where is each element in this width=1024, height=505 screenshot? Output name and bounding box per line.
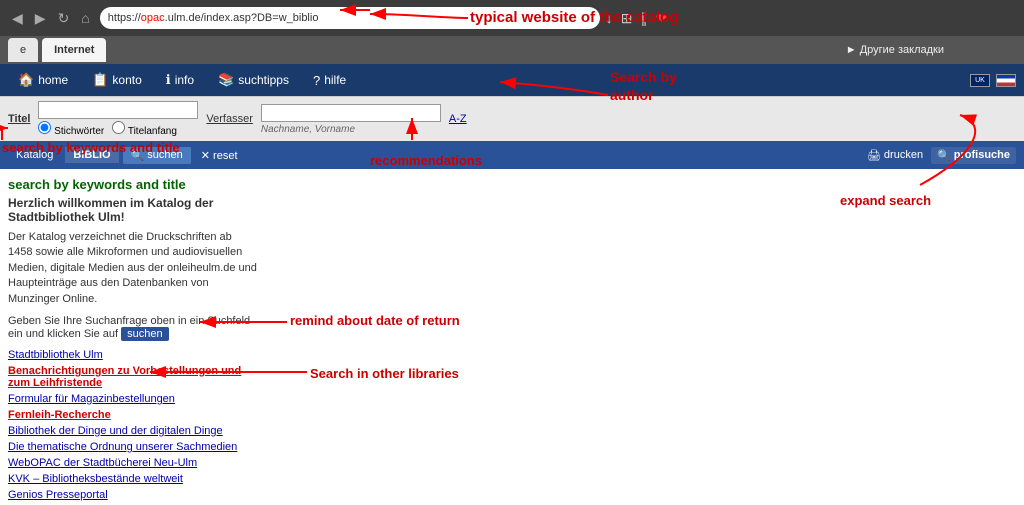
- search-button[interactable]: 🔍 suchen: [123, 147, 191, 164]
- radio-stichwort[interactable]: [38, 121, 51, 134]
- back-button[interactable]: ◀: [8, 8, 27, 29]
- drucken-button[interactable]: 🖨 drucken: [867, 147, 923, 164]
- link-kvk[interactable]: KVK – Bibliotheksbestände weltweit: [8, 473, 258, 485]
- catalog-toolbar: Katalog BIBLIO 🔍 suchen ✕ reset 🖨 drucke…: [0, 141, 1024, 169]
- welcome-text: Herzlich willkommen im Katalog der Stadt…: [8, 196, 258, 224]
- url-suffix: .ulm.de/index.asp?DB=w_biblio: [165, 12, 319, 24]
- home-button[interactable]: ⌂: [77, 8, 93, 28]
- home-icon: 🏠: [18, 72, 34, 88]
- instruction-text: Geben Sie Ihre Suchanfrage oben in ein S…: [8, 315, 258, 341]
- radio-titelanfang[interactable]: [112, 121, 125, 134]
- browser-chrome: ◀ ▶ ↻ ⌂ https://opac.ulm.de/index.asp?DB…: [0, 0, 1024, 36]
- link-magazin[interactable]: Formular für Magazinbestellungen: [8, 393, 258, 405]
- profisuche-button[interactable]: 🔍 profisuche: [931, 147, 1016, 164]
- toolbar-katalog[interactable]: Katalog: [8, 147, 61, 163]
- nav-suchtipps[interactable]: 📚 suchtipps: [208, 68, 299, 92]
- forward-button[interactable]: ▶: [31, 8, 50, 29]
- browser-right-icons: ↓ ⊞ ∥ ❤: [606, 10, 667, 27]
- refresh-button[interactable]: ↻: [54, 8, 74, 29]
- tab-internet[interactable]: Internet: [42, 38, 106, 62]
- browser-nav-buttons: ◀ ▶ ↻ ⌂: [8, 8, 94, 29]
- url-highlight: opac: [141, 12, 165, 24]
- nav-hilfe[interactable]: ? hilfe: [303, 69, 356, 92]
- radio-titelanfang-text: Titelanfang: [128, 126, 177, 137]
- nav-konto-label: konto: [112, 73, 141, 87]
- printer-icon: 🖨: [867, 149, 881, 162]
- tab-bar: e Internet ► Другие закладки: [0, 36, 1024, 64]
- toolbar-biblio[interactable]: BIBLIO: [65, 147, 118, 163]
- title-input-group: Stichwörter Titelanfang: [38, 101, 198, 137]
- toolbar-right: 🖨 drucken 🔍 profisuche: [867, 147, 1016, 164]
- nav-home-label: home: [38, 73, 68, 87]
- radio-titelanfang-label[interactable]: Titelanfang: [112, 121, 177, 137]
- flag-sr[interactable]: [996, 74, 1016, 87]
- main-center: [270, 177, 1016, 505]
- title-search-input[interactable]: [38, 101, 198, 119]
- section-heading: search by keywords and title: [8, 177, 258, 192]
- profisuche-icon: 🔍: [937, 149, 951, 162]
- download-icon: ↓: [606, 10, 613, 26]
- link-stadtbibliothek[interactable]: Stadtbibliothek Ulm: [8, 349, 258, 361]
- menu-icon: ⊞: [621, 10, 633, 27]
- az-link[interactable]: A-Z: [449, 113, 467, 125]
- suchen-badge: suchen: [121, 327, 168, 341]
- radio-stichwort-label[interactable]: Stichwörter: [38, 121, 104, 137]
- hilfe-icon: ?: [313, 73, 320, 88]
- bookmark-icon: ❤: [656, 10, 668, 27]
- catalog-page: 🏠 home 📋 konto ℹ info 📚 suchtipps ? hilf…: [0, 64, 1024, 505]
- nav-suchtipps-label: suchtipps: [238, 73, 289, 87]
- search-btn-label: suchen: [147, 149, 182, 161]
- link-genios[interactable]: Genios Presseportal: [8, 489, 258, 501]
- search-icon: 🔍: [131, 149, 145, 162]
- nav-konto[interactable]: 📋 konto: [82, 68, 152, 92]
- title-label[interactable]: Titel: [8, 113, 30, 125]
- nav-info-label: info: [175, 73, 194, 87]
- verfasser-placeholder: Nachname, Vorname: [261, 124, 441, 135]
- drucken-label: drucken: [884, 149, 923, 161]
- link-webopac[interactable]: WebOPAC der Stadtbücherei Neu-Ulm: [8, 457, 258, 469]
- radio-stichwort-text: Stichwörter: [54, 126, 104, 137]
- tab-e[interactable]: e: [8, 38, 38, 62]
- nav-info[interactable]: ℹ info: [156, 68, 204, 92]
- links-section: Stadtbibliothek Ulm Benachrichtigungen z…: [8, 349, 258, 505]
- link-benachrichtigungen[interactable]: Benachrichtigungen zu Vorbestellungen un…: [8, 365, 258, 389]
- konto-icon: 📋: [92, 72, 108, 88]
- reset-button[interactable]: ✕ reset: [195, 147, 244, 164]
- verfasser-input[interactable]: [261, 104, 441, 122]
- flag-uk[interactable]: UK: [970, 74, 990, 87]
- stats-icon: ∥: [641, 10, 648, 27]
- catalog-nav: 🏠 home 📋 konto ℹ info 📚 suchtipps ? hilf…: [0, 64, 1024, 96]
- profisuche-label: profisuche: [954, 149, 1010, 161]
- url-prefix: https://: [108, 12, 141, 24]
- radio-group: Stichwörter Titelanfang: [38, 121, 198, 137]
- tab-more-label: ► Другие закладки: [846, 44, 944, 56]
- suchtipps-icon: 📚: [218, 72, 234, 88]
- main-left: search by keywords and title Herzlich wi…: [8, 177, 258, 505]
- link-bibliothek-dinge[interactable]: Bibliothek der Dinge und der digitalen D…: [8, 425, 258, 437]
- description-text: Der Katalog verzeichnet die Druckschrift…: [8, 230, 258, 307]
- info-icon: ℹ: [166, 72, 171, 88]
- nav-hilfe-label: hilfe: [324, 73, 346, 87]
- address-bar[interactable]: https://opac.ulm.de/index.asp?DB=w_bibli…: [100, 7, 600, 29]
- link-thematische[interactable]: Die thematische Ordnung unserer Sachmedi…: [8, 441, 258, 453]
- catalog-main: search by keywords and title Herzlich wi…: [0, 169, 1024, 505]
- link-fernleih[interactable]: Fernleih-Recherche: [8, 409, 258, 421]
- verfasser-label[interactable]: Verfasser: [206, 113, 252, 125]
- nav-home[interactable]: 🏠 home: [8, 68, 78, 92]
- search-bar: Titel Stichwörter Titelanfang Verfasser: [0, 96, 1024, 141]
